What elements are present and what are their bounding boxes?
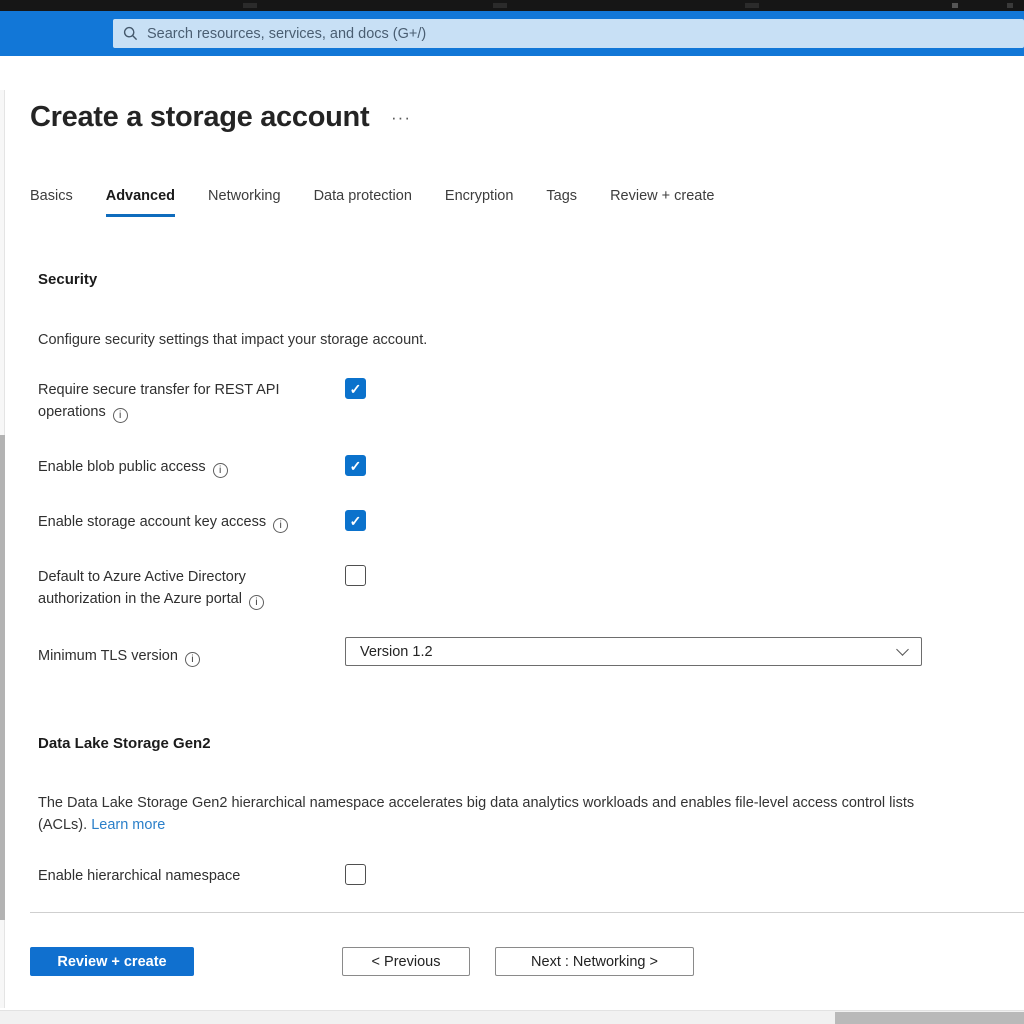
enable-hierarchical-namespace-checkbox[interactable]: ✓ bbox=[345, 864, 366, 885]
info-icon[interactable]: i bbox=[273, 517, 289, 533]
next-networking-button[interactable]: Next : Networking > bbox=[495, 947, 694, 976]
vertical-scrollbar-track[interactable] bbox=[0, 90, 5, 1008]
more-options-icon[interactable]: ··· bbox=[391, 108, 411, 128]
field-label-text: Enable storage account key access bbox=[38, 514, 267, 530]
field-label: Require secure transfer for REST API ope… bbox=[38, 379, 345, 423]
chrome-mark bbox=[493, 3, 507, 8]
tab-networking[interactable]: Networking bbox=[208, 188, 281, 217]
info-icon[interactable]: i bbox=[212, 462, 228, 478]
check-icon: ✓ bbox=[349, 380, 362, 397]
field-enable-storage-account-key-access: Enable storage account key access i ✓ bbox=[38, 510, 366, 533]
chrome-mark bbox=[1007, 3, 1013, 8]
enable-blob-public-access-checkbox[interactable]: ✓ bbox=[345, 455, 366, 476]
chevron-down-icon bbox=[896, 643, 909, 656]
field-minimum-tls-version: Minimum TLS version i bbox=[38, 645, 345, 667]
tab-encryption[interactable]: Encryption bbox=[445, 188, 514, 217]
info-icon[interactable]: i bbox=[112, 407, 128, 423]
info-icon[interactable]: i bbox=[248, 594, 264, 610]
field-label-text: Default to Azure Active Directory author… bbox=[38, 569, 246, 607]
data-lake-description-text: The Data Lake Storage Gen2 hierarchical … bbox=[38, 795, 915, 833]
field-label-text: Require secure transfer for REST API ope… bbox=[38, 382, 280, 420]
data-lake-section-description: The Data Lake Storage Gen2 hierarchical … bbox=[38, 792, 918, 836]
field-label: Minimum TLS version i bbox=[38, 645, 345, 667]
field-enable-blob-public-access: Enable blob public access i ✓ bbox=[38, 455, 366, 478]
page-title: Create a storage account bbox=[30, 101, 370, 133]
security-section-heading: Security bbox=[38, 271, 98, 288]
minimum-tls-version-select[interactable]: Version 1.2 bbox=[345, 637, 922, 666]
field-label-text: Enable hierarchical namespace bbox=[38, 868, 241, 884]
review-create-button[interactable]: Review + create bbox=[30, 947, 194, 976]
search-input[interactable] bbox=[147, 25, 1014, 42]
learn-more-link[interactable]: Learn more bbox=[91, 817, 165, 833]
footer-divider bbox=[30, 912, 1024, 913]
default-aad-authorization-checkbox[interactable]: ✓ bbox=[345, 565, 366, 586]
tab-tags[interactable]: Tags bbox=[546, 188, 577, 217]
tab-basics[interactable]: Basics bbox=[30, 188, 73, 217]
field-label: Enable blob public access i bbox=[38, 456, 345, 478]
security-section-description: Configure security settings that impact … bbox=[38, 332, 428, 348]
selected-tls-version: Version 1.2 bbox=[360, 643, 433, 660]
horizontal-scrollbar-thumb[interactable] bbox=[835, 1012, 1024, 1024]
require-secure-transfer-checkbox[interactable]: ✓ bbox=[345, 378, 366, 399]
field-default-aad-authorization: Default to Azure Active Directory author… bbox=[38, 565, 366, 610]
check-icon: ✓ bbox=[349, 457, 362, 474]
horizontal-scrollbar-track[interactable] bbox=[0, 1010, 1024, 1024]
check-icon: ✓ bbox=[349, 512, 362, 529]
global-search[interactable] bbox=[113, 19, 1024, 48]
wizard-tabs: Basics Advanced Networking Data protecti… bbox=[30, 188, 714, 217]
field-require-secure-transfer: Require secure transfer for REST API ope… bbox=[38, 378, 366, 423]
enable-storage-account-key-access-checkbox[interactable]: ✓ bbox=[345, 510, 366, 531]
chrome-mark bbox=[243, 3, 257, 8]
field-label-text: Enable blob public access bbox=[38, 459, 206, 475]
portal-top-bar bbox=[0, 11, 1024, 56]
field-label-text: Minimum TLS version bbox=[38, 648, 178, 664]
azure-portal-window: Create a storage account ··· Basics Adva… bbox=[0, 0, 1024, 1024]
field-label: Enable storage account key access i bbox=[38, 511, 345, 533]
data-lake-section-heading: Data Lake Storage Gen2 bbox=[38, 735, 211, 752]
chrome-mark bbox=[952, 3, 958, 8]
tab-data-protection[interactable]: Data protection bbox=[314, 188, 412, 217]
tab-review-create[interactable]: Review + create bbox=[610, 188, 714, 217]
previous-button[interactable]: < Previous bbox=[342, 947, 470, 976]
browser-chrome-bar bbox=[0, 0, 1024, 11]
info-icon[interactable]: i bbox=[184, 651, 200, 667]
tab-advanced[interactable]: Advanced bbox=[105, 188, 176, 217]
chrome-mark bbox=[745, 3, 759, 8]
field-enable-hierarchical-namespace: Enable hierarchical namespace ✓ bbox=[38, 864, 366, 887]
field-label: Enable hierarchical namespace bbox=[38, 865, 345, 887]
field-label: Default to Azure Active Directory author… bbox=[38, 566, 345, 610]
vertical-scrollbar-thumb[interactable] bbox=[0, 435, 5, 920]
search-icon bbox=[123, 26, 138, 41]
